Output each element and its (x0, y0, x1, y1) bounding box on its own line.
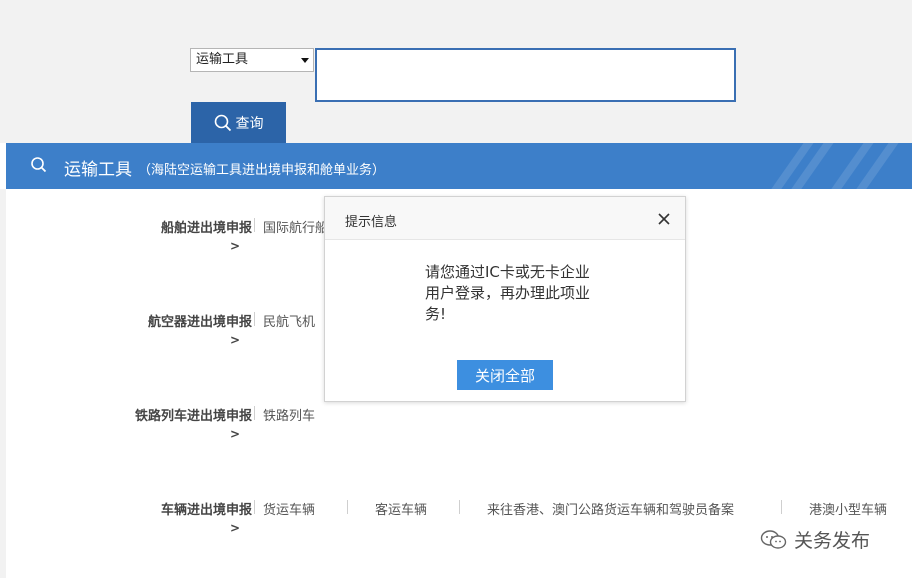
divider (459, 500, 460, 514)
transport-type-select[interactable]: 运输工具 (190, 48, 314, 72)
category-arrow-rail: > (229, 427, 240, 441)
category-arrow-aircraft: > (229, 333, 240, 347)
category-arrow-vehicle: > (229, 521, 240, 535)
category-banner: 运输工具 （海陆空运输工具进出境申报和舱单业务） (6, 143, 912, 189)
banner-title: 运输工具 (64, 160, 132, 180)
divider (347, 500, 348, 514)
select-value: 运输工具 (196, 52, 249, 67)
close-all-button[interactable]: 关闭全部 (457, 360, 553, 390)
category-arrow-ship: > (229, 239, 240, 253)
search-icon (214, 114, 231, 131)
category-item-small-vehicle[interactable]: 港澳小型车辆 (809, 499, 887, 518)
category-item-freight-vehicle[interactable]: 货运车辆 (263, 499, 315, 518)
search-area: 运输工具 查询 (0, 0, 912, 143)
category-label-rail: 铁路列车进出境申报 (134, 409, 252, 424)
divider (781, 500, 782, 514)
watermark: 关务发布 (760, 526, 870, 553)
wechat-icon (760, 529, 787, 549)
prompt-dialog: 提示信息 请您通过IC卡或无卡企业用户登录，再办理此项业务! 关闭全部 (324, 196, 686, 402)
dialog-title: 提示信息 (345, 215, 398, 230)
dropdown-arrow-icon (301, 58, 309, 63)
divider (254, 218, 255, 232)
query-button[interactable]: 查询 (191, 102, 286, 143)
divider (254, 312, 255, 326)
category-item-aircraft[interactable]: 民航飞机 (263, 311, 315, 330)
category-item-passenger-vehicle[interactable]: 客运车辆 (375, 499, 427, 518)
banner-subtitle: （海陆空运输工具进出境申报和舱单业务） (138, 163, 386, 178)
category-item-rail[interactable]: 铁路列车 (263, 405, 315, 424)
query-button-label: 查询 (235, 115, 264, 132)
watermark-text: 关务发布 (794, 530, 871, 552)
dialog-header: 提示信息 (325, 197, 685, 240)
search-icon (31, 157, 47, 173)
divider (254, 406, 255, 420)
close-icon[interactable] (657, 212, 671, 226)
category-item-hk-macao-filing[interactable]: 来往香港、澳门公路货运车辆和驾驶员备案 (487, 499, 734, 518)
divider (254, 500, 255, 514)
category-label-aircraft: 航空器进出境申报 (147, 315, 252, 330)
category-label-ship: 船舶进出境申报 (160, 221, 252, 236)
search-input[interactable] (315, 48, 736, 102)
category-label-vehicle: 车辆进出境申报 (160, 503, 252, 518)
dialog-message: 请您通过IC卡或无卡企业用户登录，再办理此项业务! (425, 263, 591, 323)
